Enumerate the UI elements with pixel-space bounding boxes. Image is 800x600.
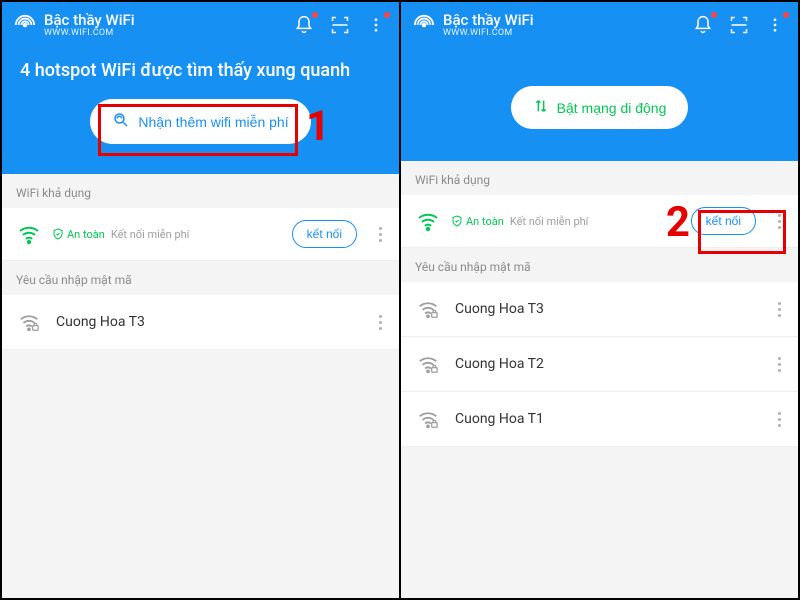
menu-dots-icon[interactable]: [764, 14, 786, 36]
header-right: Bậc thầy WiFi WWW.WIFI.COM: [401, 2, 798, 161]
app-title: Bậc thầy WiFi: [443, 12, 684, 29]
notification-dot: [711, 12, 717, 18]
wifi-signal-icon: [415, 208, 441, 234]
network-list-left: Cuong Hoa T3: [2, 295, 399, 350]
connect-button[interactable]: kết nối: [691, 207, 756, 235]
wifi-lock-icon: [16, 309, 42, 335]
section-available-label: WiFi khả dụng: [401, 161, 798, 195]
cta-wrap: Nhận thêm wifi miễn phí: [14, 99, 387, 144]
section-available-label: WiFi khả dụng: [2, 174, 399, 208]
wifi-meta: An toàn Kết nối miễn phí: [451, 215, 681, 228]
app-title: Bậc thầy WiFi: [44, 12, 285, 29]
network-item[interactable]: Cuong Hoa T1: [401, 392, 798, 447]
safe-label: An toàn: [67, 228, 105, 241]
connect-button[interactable]: kết nối: [292, 220, 357, 248]
cta-label: Nhận thêm wifi miễn phí: [138, 114, 288, 130]
scan-icon[interactable]: [329, 14, 351, 36]
wifi-meta: An toàn Kết nối miễn phí: [52, 228, 282, 241]
safe-badge: An toàn: [451, 215, 504, 228]
screenshot-frame: Bậc thầy WiFi WWW.WIFI.COM: [0, 0, 800, 600]
app-title-block: Bậc thầy WiFi WWW.WIFI.COM: [44, 12, 285, 38]
menu-dot: [783, 12, 789, 18]
more-options-icon[interactable]: [371, 227, 389, 242]
app-subtitle: WWW.WIFI.COM: [44, 29, 285, 39]
more-options-icon[interactable]: [770, 412, 788, 427]
network-name: Cuong Hoa T3: [455, 301, 752, 317]
menu-dots-icon[interactable]: [365, 14, 387, 36]
network-list-right: Cuong Hoa T3 Cuong Hoa T2 Cuong Hoa T1: [401, 282, 798, 447]
header-top-row: Bậc thầy WiFi WWW.WIFI.COM: [14, 12, 387, 38]
body-left: WiFi khả dụng An toàn Kết nối miễn phí k…: [2, 174, 399, 598]
panel-left: Bậc thầy WiFi WWW.WIFI.COM: [2, 2, 399, 598]
header-actions: [293, 14, 387, 36]
body-right: WiFi khả dụng An toàn Kết nối miễn phí k…: [401, 161, 798, 598]
wifi-lock-icon: [415, 296, 441, 322]
section-password-label: Yêu cầu nhập mật mã: [401, 248, 798, 282]
network-name: Cuong Hoa T1: [455, 411, 752, 427]
wifi-lock-icon: [415, 351, 441, 377]
search-wifi-icon: [112, 111, 130, 132]
wifi-sub-row: An toàn Kết nối miễn phí: [451, 215, 681, 228]
network-item[interactable]: Cuong Hoa T3: [2, 295, 399, 350]
safe-badge: An toàn: [52, 228, 105, 241]
enable-mobile-data-button[interactable]: Bật mạng di động: [511, 86, 689, 129]
more-options-icon[interactable]: [770, 214, 788, 229]
bell-icon[interactable]: [293, 14, 315, 36]
bell-icon[interactable]: [692, 14, 714, 36]
network-item[interactable]: Cuong Hoa T2: [401, 337, 798, 392]
scan-icon[interactable]: [728, 14, 750, 36]
updown-arrows-icon: [533, 98, 549, 117]
wifi-sub-row: An toàn Kết nối miễn phí: [52, 228, 282, 241]
menu-dot: [384, 12, 390, 18]
header-top-row: Bậc thầy WiFi WWW.WIFI.COM: [413, 12, 786, 38]
headline-text: 4 hotspot WiFi được tìm thấy xung quanh: [20, 60, 381, 81]
cta-wrap: Bật mạng di động: [413, 86, 786, 129]
section-password-label: Yêu cầu nhập mật mã: [2, 261, 399, 295]
network-name: Cuong Hoa T2: [455, 356, 752, 372]
network-item[interactable]: Cuong Hoa T3: [401, 282, 798, 337]
wifi-lock-icon: [415, 406, 441, 432]
cta-label: Bật mạng di động: [557, 100, 667, 116]
get-free-wifi-button[interactable]: Nhận thêm wifi miễn phí: [90, 99, 310, 144]
wifi-signal-icon: [16, 221, 42, 247]
more-options-icon[interactable]: [770, 302, 788, 317]
more-options-icon[interactable]: [371, 315, 389, 330]
network-name: Cuong Hoa T3: [56, 314, 353, 330]
header-left: Bậc thầy WiFi WWW.WIFI.COM: [2, 2, 399, 174]
free-connect-label: Kết nối miễn phí: [510, 215, 589, 228]
notification-dot: [312, 12, 318, 18]
more-options-icon[interactable]: [770, 357, 788, 372]
free-connect-label: Kết nối miễn phí: [111, 228, 190, 241]
safe-label: An toàn: [466, 215, 504, 228]
app-logo-icon: [413, 14, 435, 36]
header-actions: [692, 14, 786, 36]
app-logo-icon: [14, 14, 36, 36]
available-wifi-card[interactable]: An toàn Kết nối miễn phí kết nối: [401, 195, 798, 248]
app-subtitle: WWW.WIFI.COM: [443, 29, 684, 39]
available-wifi-card[interactable]: An toàn Kết nối miễn phí kết nối: [2, 208, 399, 261]
app-title-block: Bậc thầy WiFi WWW.WIFI.COM: [443, 12, 684, 38]
panel-right: Bậc thầy WiFi WWW.WIFI.COM: [399, 2, 798, 598]
